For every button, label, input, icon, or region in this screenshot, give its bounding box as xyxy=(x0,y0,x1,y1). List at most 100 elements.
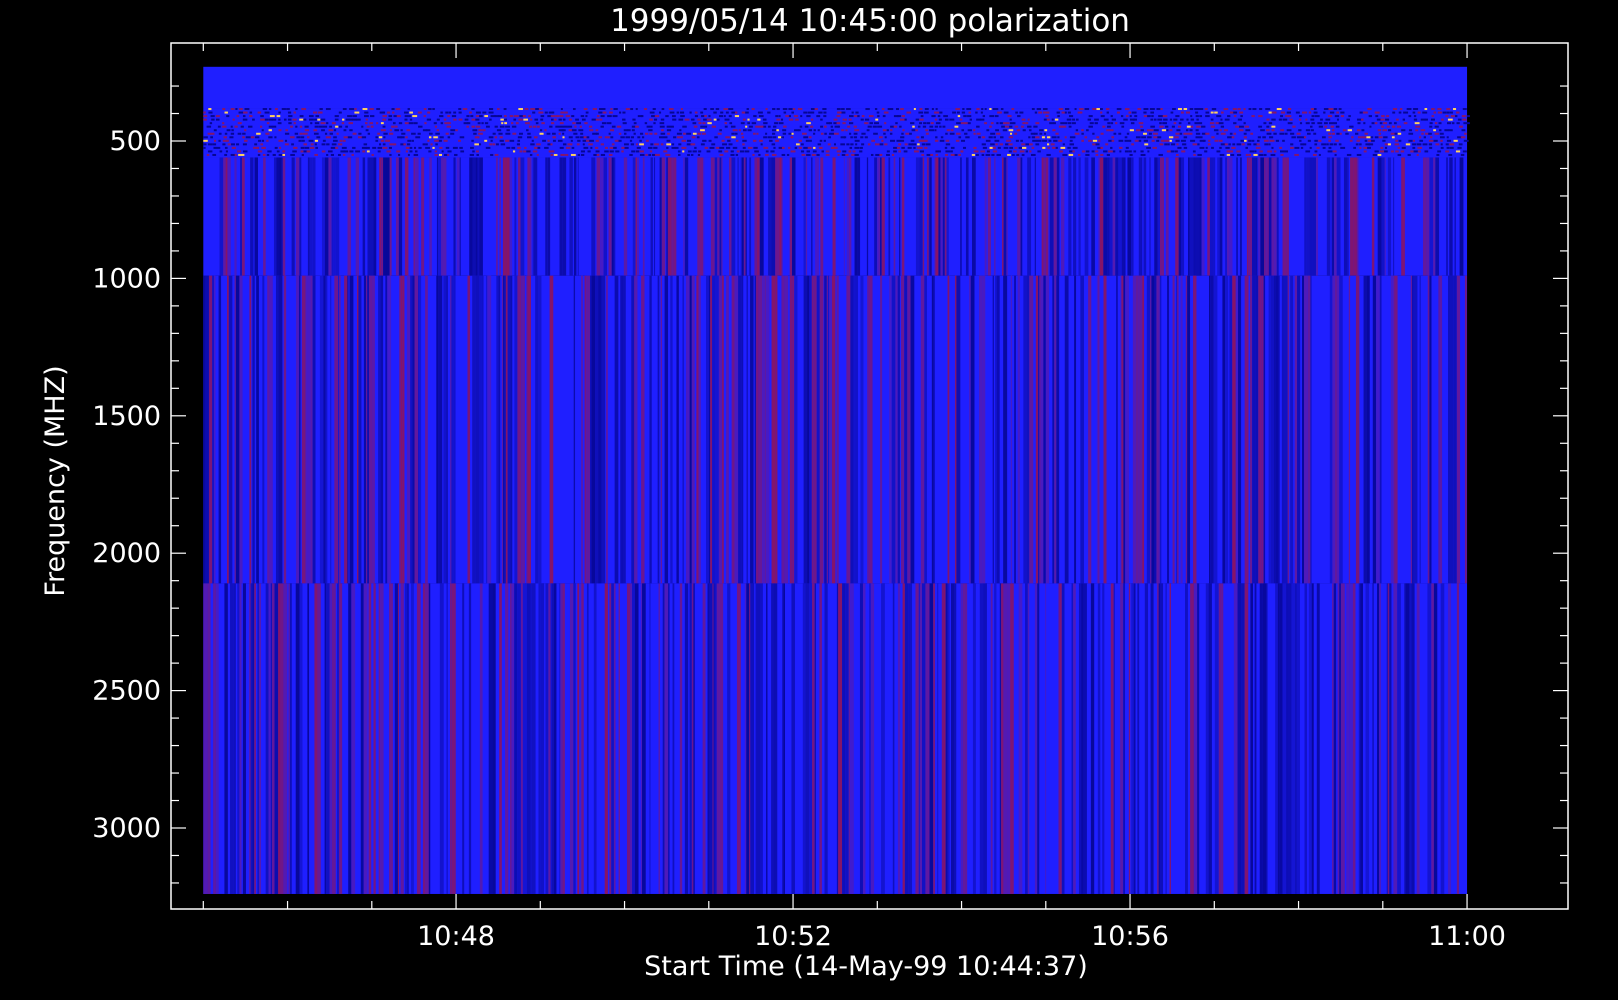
heatmap-stripe xyxy=(283,275,287,584)
heatmap-cell xyxy=(1458,143,1463,146)
heatmap-cell xyxy=(317,111,323,114)
heatmap-cell xyxy=(633,122,637,125)
heatmap-cell xyxy=(207,150,213,153)
heatmap-cell xyxy=(428,132,433,135)
heatmap-cell xyxy=(679,111,685,114)
heatmap-cell xyxy=(562,132,565,135)
heatmap-cell xyxy=(884,136,887,139)
heatmap-cell xyxy=(654,143,659,146)
heatmap-cell xyxy=(689,111,692,114)
heatmap-cell xyxy=(841,153,846,156)
heatmap-stripe xyxy=(333,157,336,276)
heatmap-cell xyxy=(641,136,645,139)
heatmap-cell xyxy=(602,108,606,111)
heatmap-cell xyxy=(528,125,533,128)
heatmap-cell xyxy=(654,118,658,121)
heatmap-cell xyxy=(365,122,368,125)
heatmap-cell xyxy=(1140,153,1146,156)
heatmap-cell xyxy=(403,111,409,114)
heatmap-cell xyxy=(230,153,236,156)
heatmap-cell xyxy=(1331,132,1335,135)
heatmap-stripe xyxy=(368,583,372,894)
heatmap-stripe xyxy=(398,157,403,276)
heatmap-cell xyxy=(348,122,353,125)
heatmap-cell xyxy=(1419,139,1424,142)
heatmap-cell xyxy=(1383,122,1388,125)
heatmap-cell xyxy=(1068,125,1072,128)
heatmap-cell xyxy=(1292,125,1296,128)
heatmap-cell xyxy=(222,143,226,146)
heatmap-cell xyxy=(774,122,779,125)
heatmap-cell xyxy=(981,136,986,139)
heatmap-stripe xyxy=(1025,583,1028,894)
heatmap-cell xyxy=(654,115,660,118)
heatmap-cell xyxy=(893,150,897,153)
heatmap-cell xyxy=(229,136,234,139)
heatmap-cell xyxy=(1170,143,1176,146)
heatmap-cell xyxy=(771,132,776,135)
heatmap-cell xyxy=(925,139,928,142)
heatmap-stripe xyxy=(915,583,919,894)
heatmap-cell xyxy=(691,118,695,121)
heatmap-stripe xyxy=(1290,275,1294,584)
heatmap-stripe xyxy=(1056,275,1060,584)
heatmap-stripe xyxy=(1366,275,1370,584)
heatmap-stripe xyxy=(671,157,674,276)
heatmap-cell xyxy=(958,153,961,156)
heatmap-cell xyxy=(321,143,326,146)
heatmap-cell xyxy=(499,139,504,142)
heatmap-cell xyxy=(559,146,564,149)
heatmap-cell xyxy=(847,125,851,128)
heatmap-cell xyxy=(629,153,633,156)
heatmap-cell xyxy=(604,150,609,153)
heatmap-cell xyxy=(1290,146,1294,149)
heatmap-cell xyxy=(1448,129,1453,132)
heatmap-stripe xyxy=(499,157,501,276)
heatmap-cell xyxy=(842,118,847,121)
heatmap-cell xyxy=(1431,108,1435,111)
heatmap-cell xyxy=(1045,115,1049,118)
heatmap-stripe xyxy=(847,275,851,584)
heatmap-stripe xyxy=(1090,583,1095,894)
heatmap-cell xyxy=(278,146,282,149)
heatmap-cell xyxy=(1022,122,1026,125)
heatmap-cell xyxy=(1077,153,1081,156)
heatmap-cell xyxy=(1011,153,1015,156)
heatmap-cell xyxy=(890,139,895,142)
heatmap-cell xyxy=(1374,136,1379,139)
heatmap-cell xyxy=(791,132,794,135)
heatmap-cell xyxy=(540,118,544,121)
heatmap-cell xyxy=(992,146,996,149)
heatmap-cell xyxy=(967,115,972,118)
heatmap-cell xyxy=(1349,139,1353,142)
heatmap-cell xyxy=(1071,122,1076,125)
heatmap-cell xyxy=(1284,150,1288,153)
heatmap-cell xyxy=(264,111,270,114)
heatmap-cell xyxy=(1067,146,1071,149)
heatmap-stripe xyxy=(1282,583,1287,894)
heatmap-cell xyxy=(1284,132,1288,135)
heatmap-cell xyxy=(1466,122,1470,125)
heatmap-stripe xyxy=(252,275,255,584)
heatmap-stripe xyxy=(714,583,717,894)
heatmap-stripe xyxy=(1180,275,1183,584)
heatmap-cell xyxy=(378,136,383,139)
heatmap-stripe xyxy=(218,275,222,584)
heatmap-stripe xyxy=(1258,275,1262,584)
heatmap-cell xyxy=(688,150,692,153)
heatmap-stripe xyxy=(442,157,447,276)
heatmap-cell xyxy=(1279,146,1283,149)
heatmap-stripe xyxy=(1017,275,1020,584)
heatmap-cell xyxy=(1016,129,1021,132)
heatmap-cell xyxy=(600,115,605,118)
heatmap-cell xyxy=(810,108,815,111)
heatmap-cell xyxy=(388,146,392,149)
heatmap-cell xyxy=(519,132,523,135)
heatmap-cell xyxy=(771,143,776,146)
heatmap-stripe xyxy=(502,157,507,276)
heatmap-cell xyxy=(751,108,755,111)
heatmap-cell xyxy=(296,136,301,139)
heatmap-stripe xyxy=(1412,275,1414,584)
heatmap-cell xyxy=(660,143,664,146)
heatmap-cell xyxy=(992,150,998,153)
